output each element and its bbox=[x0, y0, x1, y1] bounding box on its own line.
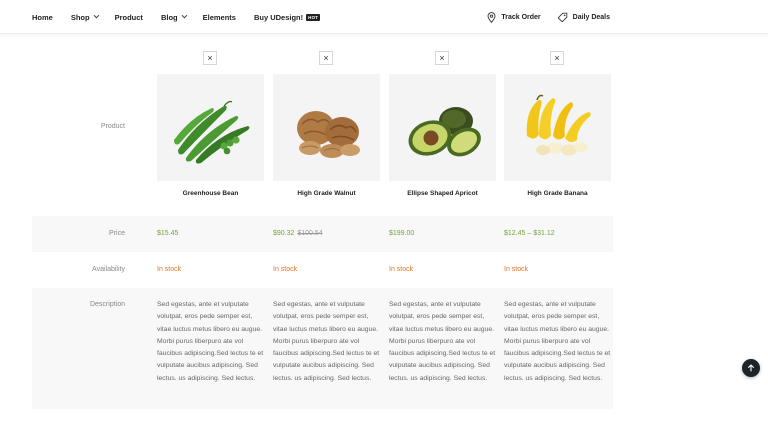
product-image-high-grade-walnut[interactable] bbox=[273, 74, 380, 181]
remove-product-button[interactable]: × bbox=[319, 51, 333, 65]
stock-status: In stock bbox=[389, 266, 414, 273]
main-menu: Home Shop Product Blog Elements Buy UDes… bbox=[32, 0, 338, 34]
map-pin-icon bbox=[487, 11, 496, 23]
product-row: Product × Greenhouse Bean × High Grade W… bbox=[32, 44, 613, 216]
green-beans-image bbox=[173, 100, 249, 164]
close-icon: × bbox=[207, 52, 213, 63]
current-price: $199.00 bbox=[389, 230, 415, 237]
current-price: $12.45 – $31.12 bbox=[504, 230, 555, 237]
track-order-link[interactable]: Track Order bbox=[487, 11, 541, 23]
product-price: $15.45 bbox=[157, 230, 178, 237]
nav-product-label: Product bbox=[114, 12, 143, 22]
close-icon: × bbox=[439, 52, 445, 63]
utility-links: Track Order Daily Deals bbox=[471, 0, 610, 34]
compare-table: Product × Greenhouse Bean × High Grade W… bbox=[32, 44, 613, 409]
nav-elements-label: Elements bbox=[202, 12, 236, 22]
product-description: Sed egestas, ante et vulputate volutpat,… bbox=[157, 301, 264, 382]
avocado-image bbox=[408, 106, 481, 156]
stock-status: In stock bbox=[273, 266, 298, 273]
product-price: $199.00 bbox=[389, 230, 414, 237]
tag-icon bbox=[557, 12, 567, 22]
track-order-label: Track Order bbox=[501, 13, 541, 21]
product-row-label: Product bbox=[100, 123, 125, 130]
product-image-high-grade-banana[interactable] bbox=[504, 74, 611, 181]
product-description: Sed egestas, ante et vulputate volutpat,… bbox=[389, 301, 496, 382]
top-nav: Home Shop Product Blog Elements Buy UDes… bbox=[0, 0, 768, 34]
product-name-link[interactable]: Greenhouse Bean bbox=[157, 190, 264, 197]
scroll-to-top-button[interactable] bbox=[742, 359, 760, 377]
current-price: $15.45 bbox=[157, 230, 179, 237]
current-price: $90.32 bbox=[273, 230, 295, 237]
nav-blog[interactable]: Blog bbox=[160, 12, 187, 22]
description-row-label: Description bbox=[89, 301, 125, 308]
product-description: Sed egestas, ante et vulputate volutpat,… bbox=[504, 301, 611, 382]
product-image-ellipse-shaped-apricot[interactable] bbox=[389, 74, 496, 181]
remove-product-button[interactable]: × bbox=[550, 51, 564, 65]
nav-home[interactable]: Home bbox=[32, 13, 53, 22]
chevron-down-icon bbox=[93, 12, 99, 19]
nav-product[interactable]: Product bbox=[115, 13, 143, 22]
product-description: Sed egestas, ante et vulputate volutpat,… bbox=[273, 301, 380, 382]
remove-product-button[interactable]: × bbox=[435, 51, 449, 65]
availability-row-label: Availability bbox=[92, 266, 125, 273]
chevron-down-icon bbox=[181, 12, 187, 19]
price-row-label: Price bbox=[109, 230, 125, 237]
description-row: Description Sed egestas, ante et vulputa… bbox=[32, 288, 613, 409]
product-image-greenhouse-bean[interactable] bbox=[157, 74, 264, 181]
stock-status: In stock bbox=[157, 266, 182, 273]
walnuts-image bbox=[296, 110, 360, 158]
arrow-up-icon bbox=[748, 364, 754, 372]
old-price: $100.54 bbox=[297, 230, 323, 237]
bananas-image bbox=[526, 94, 591, 155]
nav-blog-label: Blog bbox=[160, 12, 178, 22]
nav-shop[interactable]: Shop bbox=[70, 12, 99, 22]
nav-home-label: Home bbox=[32, 12, 53, 22]
nav-buy-udesign-label: Buy UDesign! bbox=[253, 12, 304, 22]
hot-badge: HOT bbox=[306, 13, 321, 21]
nav-buy-udesign[interactable]: Buy UDesign! HOT bbox=[253, 12, 321, 22]
nav-elements[interactable]: Elements bbox=[203, 13, 236, 22]
stock-status: In stock bbox=[504, 266, 529, 273]
product-name-link[interactable]: Ellipse Shaped Apricot bbox=[389, 190, 496, 197]
daily-deals-link[interactable]: Daily Deals bbox=[557, 12, 610, 23]
product-name-link[interactable]: High Grade Banana bbox=[504, 190, 611, 197]
close-icon: × bbox=[323, 52, 329, 63]
product-price: $90.32 $100.54 bbox=[273, 230, 323, 237]
product-name-link[interactable]: High Grade Walnut bbox=[273, 190, 380, 197]
product-price: $12.45 – $31.12 bbox=[504, 230, 555, 237]
close-icon: × bbox=[554, 52, 560, 63]
daily-deals-label: Daily Deals bbox=[572, 13, 610, 21]
availability-row: Availability In stock In stock In stock … bbox=[32, 252, 613, 288]
remove-product-button[interactable]: × bbox=[203, 51, 217, 65]
price-row: Price $15.45 $90.32 $100.54 $199.00 $12.… bbox=[32, 216, 613, 252]
nav-shop-label: Shop bbox=[70, 12, 90, 22]
